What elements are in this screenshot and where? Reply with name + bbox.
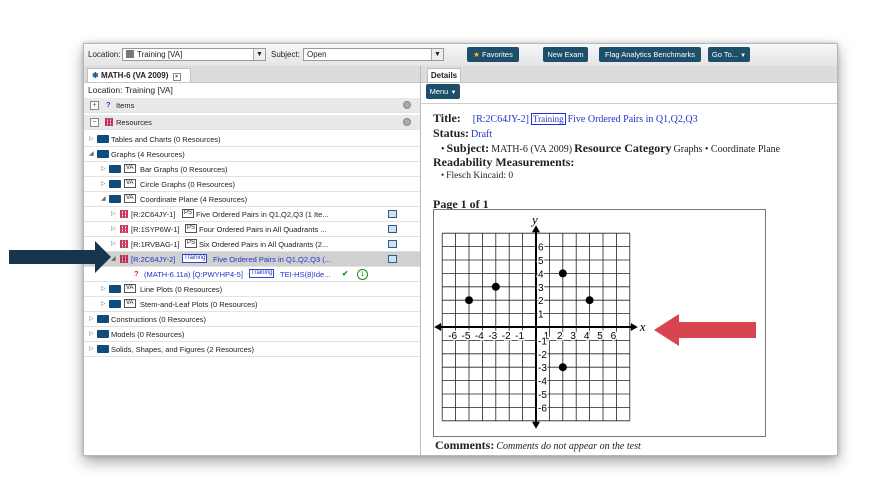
right-annotation-arrow — [654, 314, 756, 346]
annotation-arrows — [9, 241, 756, 346]
left-annotation-arrow — [9, 241, 111, 273]
